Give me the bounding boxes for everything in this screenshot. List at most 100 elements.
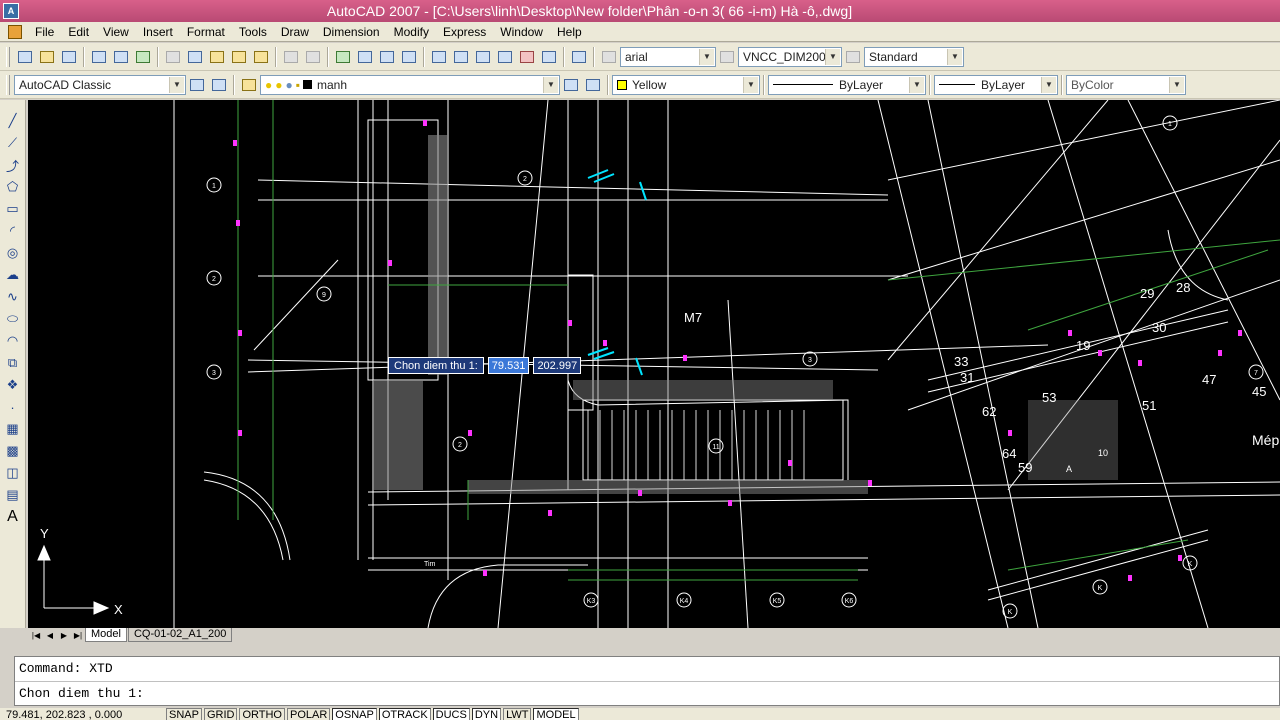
markup-icon[interactable] <box>517 47 537 67</box>
drawing-canvas[interactable]: 123 923 11 2 1 K3 K4 K5 K6 K K K7 M7 29 28 30 … <box>28 100 1280 628</box>
dimension-style-select[interactable]: VNCC_DIM200 ▼ <box>738 46 842 67</box>
chevron-down-icon[interactable]: ▼ <box>543 76 558 93</box>
publish-icon[interactable] <box>133 47 153 67</box>
new-icon[interactable] <box>15 47 35 67</box>
make-object-layer-current-icon[interactable] <box>561 75 581 95</box>
properties-icon[interactable] <box>429 47 449 67</box>
table-style-select[interactable]: Standard ▼ <box>864 46 964 67</box>
region-icon[interactable]: ◫ <box>4 464 22 482</box>
toolbar-grip[interactable] <box>6 74 10 95</box>
revision-cloud-icon[interactable]: ☁ <box>4 266 22 284</box>
make-block-icon[interactable]: ❖ <box>4 376 22 394</box>
tool-palettes-icon[interactable] <box>473 47 493 67</box>
insert-block-icon[interactable]: ⧉ <box>4 354 22 372</box>
text-style-select[interactable]: arial ▼ <box>620 46 716 67</box>
dimension-style-icon[interactable] <box>717 47 737 67</box>
last-tab-icon[interactable]: ▶| <box>72 629 84 641</box>
command-line-window[interactable]: Command: XTD Chon diem thu 1: <box>14 656 1280 706</box>
construction-line-icon[interactable]: ⟋ <box>4 134 22 152</box>
menu-modify[interactable]: Modify <box>387 22 436 42</box>
arc-icon[interactable]: ◜ <box>4 222 22 240</box>
tab-model[interactable]: Model <box>85 628 127 642</box>
dyn-toggle[interactable]: DYN <box>471 708 502 720</box>
model-toggle[interactable]: MODEL <box>533 708 579 720</box>
menu-file[interactable]: File <box>28 22 61 42</box>
multiline-text-icon[interactable]: A <box>4 508 22 526</box>
chevron-down-icon[interactable]: ▼ <box>1041 76 1056 93</box>
dynamic-input-x-field[interactable]: 79.531 <box>487 357 530 374</box>
cut-icon[interactable] <box>163 47 183 67</box>
workspace-select[interactable]: AutoCAD Classic ▼ <box>14 74 186 95</box>
zoom-realtime-icon[interactable] <box>355 47 375 67</box>
ellipse-arc-icon[interactable]: ◠ <box>4 332 22 350</box>
table-icon[interactable]: ▤ <box>4 486 22 504</box>
workspace-settings-icon[interactable] <box>187 75 207 95</box>
open-icon[interactable] <box>37 47 57 67</box>
block-editor-icon[interactable] <box>251 47 271 67</box>
line-icon[interactable]: ╱ <box>4 112 22 130</box>
save-icon[interactable] <box>59 47 79 67</box>
layer-manager-icon[interactable] <box>239 75 259 95</box>
help-icon[interactable] <box>569 47 589 67</box>
chevron-down-icon[interactable]: ▼ <box>947 48 962 65</box>
plotstyle-select[interactable]: ByColor ▼ <box>1066 74 1186 95</box>
pan-icon[interactable] <box>333 47 353 67</box>
toolbar-grip[interactable] <box>6 46 10 67</box>
next-tab-icon[interactable]: ▶ <box>58 629 70 641</box>
polar-toggle[interactable]: POLAR <box>287 708 331 720</box>
sheet-set-icon[interactable] <box>495 47 515 67</box>
polyline-icon[interactable]: ⤴ <box>4 156 22 174</box>
chevron-down-icon[interactable]: ▼ <box>743 76 758 93</box>
menu-format[interactable]: Format <box>180 22 232 42</box>
chevron-down-icon[interactable]: ▼ <box>699 48 714 65</box>
menu-insert[interactable]: Insert <box>136 22 180 42</box>
previous-tab-icon[interactable]: ◀ <box>44 629 56 641</box>
ducs-toggle[interactable]: DUCS <box>432 708 470 720</box>
spline-icon[interactable]: ∿ <box>4 288 22 306</box>
osnap-toggle[interactable]: OSNAP <box>332 708 377 720</box>
layer-previous-icon[interactable] <box>583 75 603 95</box>
lwt-toggle[interactable]: LWT <box>503 708 532 720</box>
autocad-app-icon[interactable]: A <box>3 3 19 19</box>
calculator-icon[interactable] <box>539 47 559 67</box>
circle-icon[interactable]: ◎ <box>4 244 22 262</box>
table-style-icon[interactable] <box>843 47 863 67</box>
color-select[interactable]: Yellow ▼ <box>612 74 760 95</box>
copy-icon[interactable] <box>185 47 205 67</box>
redo-icon[interactable] <box>303 47 323 67</box>
point-icon[interactable]: · <box>4 398 22 416</box>
menu-tools[interactable]: Tools <box>232 22 274 42</box>
undo-icon[interactable] <box>281 47 301 67</box>
grid-toggle[interactable]: GRID <box>203 708 238 720</box>
ellipse-icon[interactable]: ⬭ <box>4 310 22 328</box>
command-prompt-line[interactable]: Chon diem thu 1: <box>15 681 1279 705</box>
chevron-down-icon[interactable]: ▼ <box>825 48 840 65</box>
chevron-down-icon[interactable]: ▼ <box>169 76 184 93</box>
layer-select[interactable]: ● ● ● ▪ manh ▼ <box>260 74 560 95</box>
design-center-icon[interactable] <box>451 47 471 67</box>
text-style-icon[interactable] <box>599 47 619 67</box>
paste-icon[interactable] <box>207 47 227 67</box>
coordinate-readout[interactable]: 79.481, 202.823 , 0.000 <box>0 708 166 720</box>
menu-express[interactable]: Express <box>436 22 493 42</box>
menu-edit[interactable]: Edit <box>61 22 96 42</box>
gradient-icon[interactable]: ▩ <box>4 442 22 460</box>
dynamic-input-y-field[interactable]: 202.997 <box>533 357 582 374</box>
chevron-down-icon[interactable]: ▼ <box>909 76 924 93</box>
otrack-toggle[interactable]: OTRACK <box>378 708 431 720</box>
plot-preview-icon[interactable] <box>111 47 131 67</box>
tab-layout-cq-01-02[interactable]: CQ-01-02_A1_200 <box>127 628 233 642</box>
linetype-select[interactable]: ByLayer ▼ <box>768 74 926 95</box>
menu-help[interactable]: Help <box>550 22 589 42</box>
match-properties-icon[interactable] <box>229 47 249 67</box>
rectangle-icon[interactable]: ▭ <box>4 200 22 218</box>
menu-dimension[interactable]: Dimension <box>316 22 387 42</box>
polygon-icon[interactable]: ⬠ <box>4 178 22 196</box>
print-icon[interactable] <box>89 47 109 67</box>
my-workspace-icon[interactable] <box>209 75 229 95</box>
lineweight-select[interactable]: ByLayer ▼ <box>934 74 1058 95</box>
menu-draw[interactable]: Draw <box>274 22 316 42</box>
ortho-toggle[interactable]: ORTHO <box>239 708 285 720</box>
hatch-icon[interactable]: ▦ <box>4 420 22 438</box>
zoom-previous-icon[interactable] <box>399 47 419 67</box>
